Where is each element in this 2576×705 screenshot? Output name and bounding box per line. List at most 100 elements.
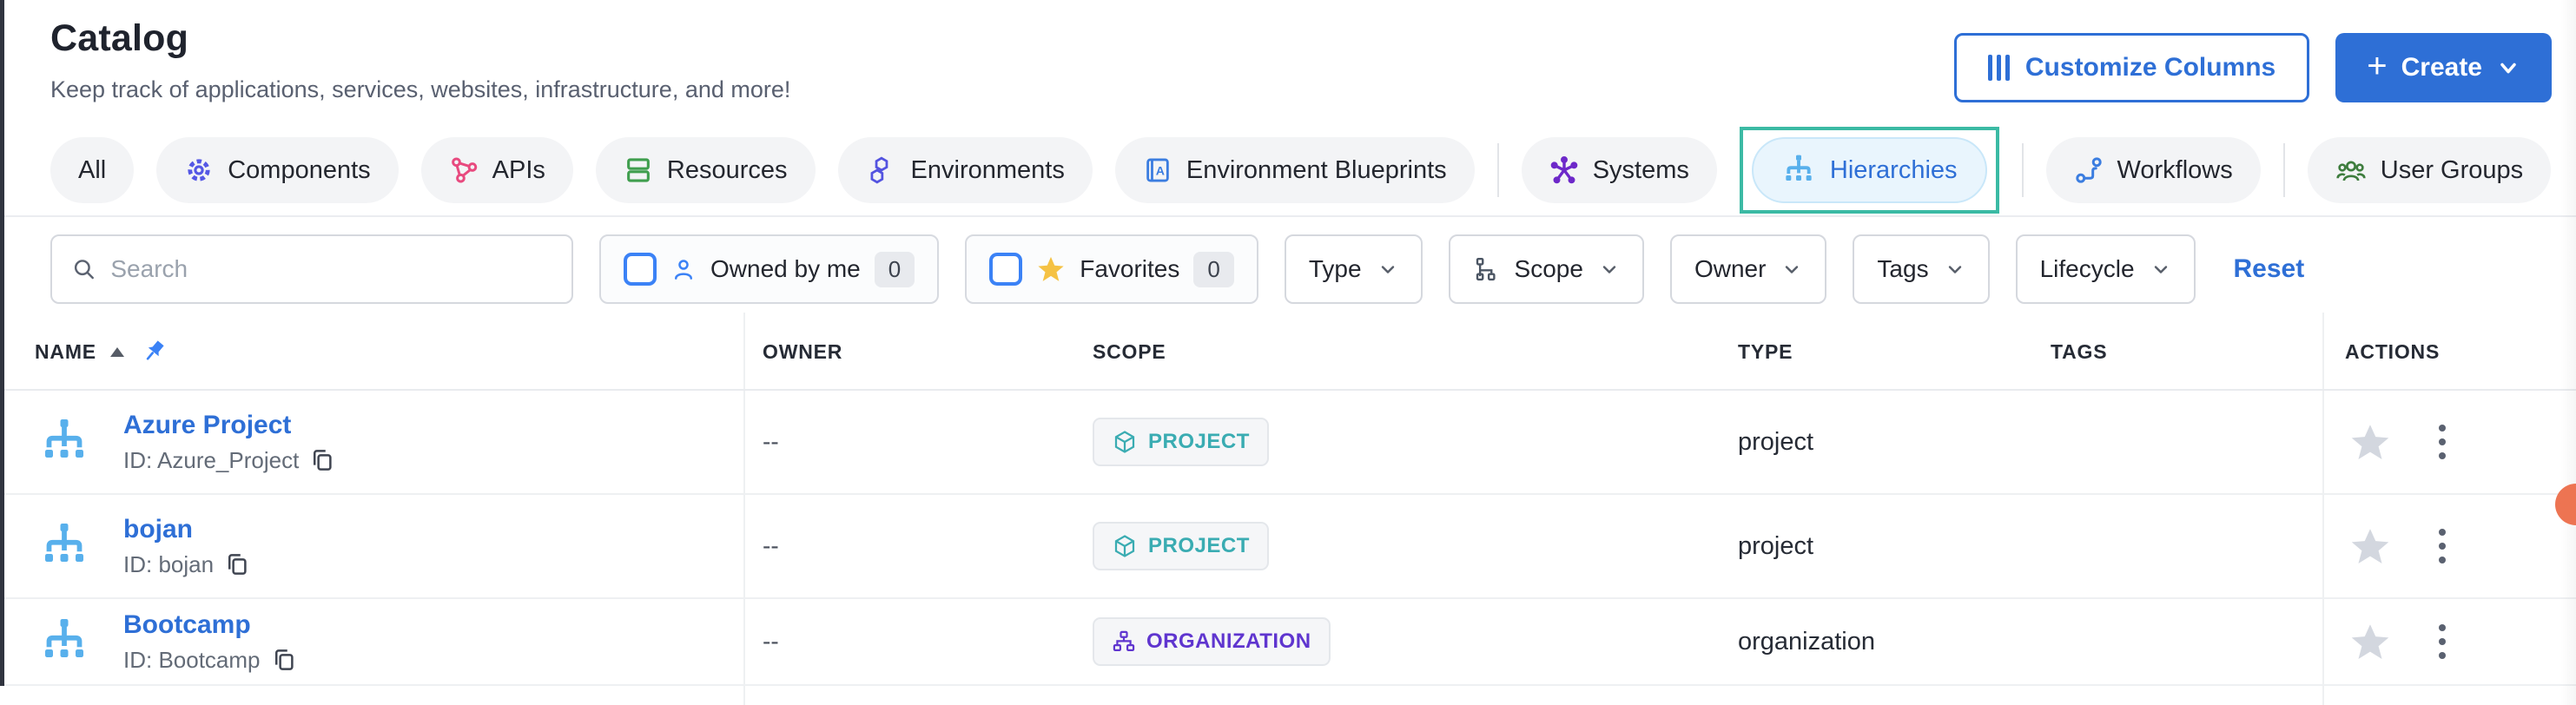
page-subtitle: Keep track of applications, services, we… bbox=[50, 76, 790, 103]
tab-workflows[interactable]: Workflows bbox=[2046, 137, 2261, 203]
tab-label: Resources bbox=[667, 156, 788, 185]
hierarchy-icon bbox=[38, 617, 90, 666]
cube-icon bbox=[1112, 429, 1138, 455]
owned-by-me-filter[interactable]: Owned by me 0 bbox=[599, 234, 939, 304]
column-header-name[interactable]: NAME bbox=[35, 313, 168, 391]
tab-hierarchies[interactable]: Hierarchies bbox=[1752, 137, 1987, 203]
tab-resources[interactable]: Resources bbox=[596, 137, 816, 203]
type-cell: project bbox=[1738, 495, 1813, 597]
dropdown-label: Lifecycle bbox=[2040, 255, 2135, 283]
actions-cell bbox=[2348, 391, 2451, 493]
tab-group-divider bbox=[2283, 143, 2285, 197]
name-cell: Azure Project ID: Azure_Project bbox=[38, 391, 335, 493]
svg-text:A: A bbox=[1156, 164, 1165, 178]
name-cell: bojan ID: bojan bbox=[38, 495, 250, 597]
tab-environment-blueprints[interactable]: A Environment Blueprints bbox=[1115, 137, 1475, 203]
chevron-down-icon bbox=[1945, 259, 1965, 280]
entity-name-link[interactable]: Bootcamp bbox=[123, 610, 297, 640]
tab-systems[interactable]: Systems bbox=[1522, 137, 1717, 203]
row-menu-button[interactable] bbox=[2434, 619, 2451, 664]
entity-id: ID: bojan bbox=[123, 551, 214, 578]
tab-label: Environment Blueprints bbox=[1186, 156, 1447, 185]
scope-filter-dropdown[interactable]: Scope bbox=[1449, 234, 1644, 304]
org-chart-icon bbox=[1112, 629, 1136, 654]
create-button[interactable]: + Create bbox=[2335, 33, 2552, 102]
tab-label: Hierarchies bbox=[1830, 156, 1958, 185]
column-header-type[interactable]: TYPE bbox=[1738, 313, 1793, 391]
table-header: NAME OWNER SCOPE TYPE TAGS ACTIONS bbox=[0, 313, 2576, 391]
customize-columns-label: Customize Columns bbox=[2025, 53, 2275, 82]
search-box[interactable] bbox=[50, 234, 573, 304]
entity-name-link[interactable]: bojan bbox=[123, 515, 250, 544]
column-label: NAME bbox=[35, 340, 96, 364]
search-input[interactable] bbox=[110, 255, 552, 283]
person-icon bbox=[670, 256, 697, 282]
hierarchy-icon bbox=[1781, 154, 1816, 187]
table-row: bojan ID: bojan -- PROJECT project bbox=[0, 495, 2576, 599]
tab-label: User Groups bbox=[2381, 156, 2523, 185]
tab-user-groups[interactable]: User Groups bbox=[2308, 137, 2551, 203]
column-label: OWNER bbox=[763, 340, 842, 364]
type-cell: organization bbox=[1738, 599, 1875, 684]
tab-label: Workflows bbox=[2117, 156, 2233, 185]
favorite-star-button[interactable] bbox=[2348, 524, 2392, 568]
favorite-star-button[interactable] bbox=[2348, 420, 2392, 464]
scope-cell: ORGANIZATION bbox=[1093, 599, 1331, 684]
copy-id-button[interactable] bbox=[271, 647, 297, 673]
type-filter-dropdown[interactable]: Type bbox=[1285, 234, 1423, 304]
column-label: TAGS bbox=[2051, 340, 2107, 364]
owned-by-me-label: Owned by me bbox=[710, 255, 861, 283]
column-header-scope[interactable]: SCOPE bbox=[1093, 313, 1166, 391]
column-header-owner[interactable]: OWNER bbox=[763, 313, 842, 391]
reset-filters-button[interactable]: Reset bbox=[2234, 254, 2305, 284]
favorites-label: Favorites bbox=[1080, 255, 1179, 283]
tab-environments[interactable]: Environments bbox=[838, 137, 1093, 203]
entity-id: ID: Azure_Project bbox=[123, 447, 299, 474]
scope-badge-label: PROJECT bbox=[1148, 534, 1250, 558]
lifecycle-filter-dropdown[interactable]: Lifecycle bbox=[2016, 234, 2196, 304]
chevron-down-icon bbox=[2150, 259, 2171, 280]
row-menu-button[interactable] bbox=[2434, 419, 2451, 465]
owned-by-me-checkbox[interactable] bbox=[624, 253, 657, 286]
api-nodes-icon bbox=[449, 155, 479, 185]
system-star-icon bbox=[1549, 155, 1579, 185]
hierarchy-icon bbox=[38, 522, 90, 570]
entity-name-link[interactable]: Azure Project bbox=[123, 411, 335, 440]
chevron-down-icon bbox=[1781, 259, 1802, 280]
name-cell: Bootcamp ID: Bootcamp bbox=[38, 599, 297, 684]
tab-apis[interactable]: APIs bbox=[421, 137, 573, 203]
table-row: Azure Project ID: Azure_Project -- PROJE… bbox=[0, 391, 2576, 495]
cube-icon bbox=[1112, 533, 1138, 559]
tab-components[interactable]: Components bbox=[156, 137, 398, 203]
favorite-star-button[interactable] bbox=[2348, 620, 2392, 663]
blueprint-tabs: All Components APIs Resources Environmen… bbox=[50, 125, 2576, 215]
column-header-tags[interactable]: TAGS bbox=[2051, 313, 2107, 391]
row-menu-button[interactable] bbox=[2434, 524, 2451, 569]
owner-filter-dropdown[interactable]: Owner bbox=[1670, 234, 1826, 304]
scope-cell: PROJECT bbox=[1093, 495, 1269, 597]
tab-label: Environments bbox=[911, 156, 1065, 185]
chevron-down-icon bbox=[1377, 259, 1398, 280]
collapsed-sidebar-edge bbox=[0, 0, 4, 686]
tab-all[interactable]: All bbox=[50, 137, 134, 203]
tab-group-divider bbox=[1497, 143, 1499, 197]
type-cell: project bbox=[1738, 391, 1813, 493]
scope-badge-label: ORGANIZATION bbox=[1146, 629, 1311, 654]
favorites-checkbox[interactable] bbox=[989, 253, 1022, 286]
dropdown-label: Scope bbox=[1515, 255, 1583, 283]
plus-icon: + bbox=[2367, 49, 2387, 83]
create-label: Create bbox=[2401, 53, 2482, 82]
customize-columns-button[interactable]: Customize Columns bbox=[1954, 33, 2309, 102]
copy-id-button[interactable] bbox=[224, 551, 250, 577]
star-icon bbox=[1036, 254, 1066, 284]
tags-filter-dropdown[interactable]: Tags bbox=[1853, 234, 1989, 304]
favorites-filter[interactable]: Favorites 0 bbox=[965, 234, 1258, 304]
owned-by-me-count: 0 bbox=[875, 252, 915, 287]
column-label: ACTIONS bbox=[2345, 340, 2440, 364]
copy-id-button[interactable] bbox=[309, 447, 335, 473]
scope-badge-organization: ORGANIZATION bbox=[1093, 617, 1331, 666]
pin-column-icon[interactable] bbox=[140, 338, 168, 366]
tab-label: All bbox=[78, 156, 106, 185]
column-label: TYPE bbox=[1738, 340, 1793, 364]
chevron-down-icon bbox=[2496, 56, 2520, 80]
